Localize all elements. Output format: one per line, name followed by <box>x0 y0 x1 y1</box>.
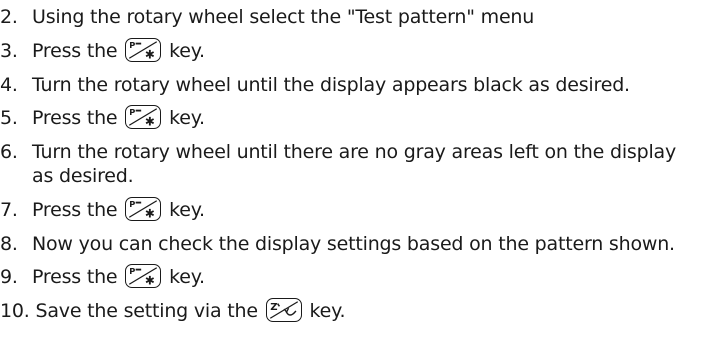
step-number: 9. <box>0 266 18 288</box>
svg-text:P: P <box>130 40 136 50</box>
step-text: Using the rotary wheel select the "Test … <box>32 6 535 28</box>
step-number: 10. <box>0 300 30 322</box>
step-number: 5. <box>0 107 18 129</box>
program-star-key-icon: P ✱ <box>125 264 162 288</box>
list-item-step-2: 2. Using the rotary wheel select the "Tes… <box>0 2 534 32</box>
list-item-step-3: 3. Press the P ✱ key. <box>0 36 205 66</box>
list-item-step-9: 9. Press the P ✱ key. <box>0 262 205 292</box>
step-number: 2. <box>0 6 18 28</box>
svg-text:✱: ✱ <box>145 47 155 61</box>
list-item-step-4: 4. Turn the rotary wheel until the displa… <box>0 70 630 100</box>
step-text-before: Press the <box>32 107 124 129</box>
step-number: 8. <box>0 233 18 255</box>
step-text: Turn the rotary wheel until there are no… <box>32 141 677 163</box>
step-text-before: Press the <box>32 266 124 288</box>
step-text-after: key. <box>163 40 205 62</box>
step-text-after: key. <box>163 266 205 288</box>
list-item-step-5: 5. Press the P ✱ key. <box>0 103 205 133</box>
step-text-after: key. <box>163 199 205 221</box>
svg-text:✱: ✱ <box>145 273 155 287</box>
step-number: 7. <box>0 199 18 221</box>
step-text-after: key. <box>303 300 346 322</box>
svg-text:P: P <box>130 266 136 276</box>
list-item-step-7: 7. Press the P ✱ key. <box>0 195 205 225</box>
list-item-step-10: 10. Save the setting via the Z key. <box>0 296 346 326</box>
instruction-page: 2. Using the rotary wheel select the "Tes… <box>0 0 704 345</box>
program-star-key-icon: P ✱ <box>125 38 162 62</box>
svg-text:✱: ✱ <box>145 206 155 220</box>
step-number: 3. <box>0 40 18 62</box>
step-text-continued: as desired. <box>32 165 134 187</box>
svg-text:P: P <box>130 107 136 117</box>
program-star-key-icon: P ✱ <box>125 105 162 129</box>
step-text: Turn the rotary wheel until the display … <box>32 74 630 96</box>
step-number: 4. <box>0 74 18 96</box>
step-text-before: Press the <box>32 199 124 221</box>
step-text-before: Press the <box>32 40 124 62</box>
list-item-step-6-continued: as desired. <box>0 161 134 191</box>
svg-text:Z: Z <box>270 302 277 313</box>
step-text-before: Save the setting via the <box>35 300 264 322</box>
step-text-after: key. <box>163 107 205 129</box>
svg-text:✱: ✱ <box>145 114 155 128</box>
program-star-key-icon: P ✱ <box>125 197 162 221</box>
zero-check-key-icon: Z <box>265 298 302 322</box>
svg-text:P: P <box>130 199 136 209</box>
list-item-step-8: 8. Now you can check the display settings… <box>0 229 675 259</box>
step-text: Now you can check the display settings b… <box>32 233 675 255</box>
